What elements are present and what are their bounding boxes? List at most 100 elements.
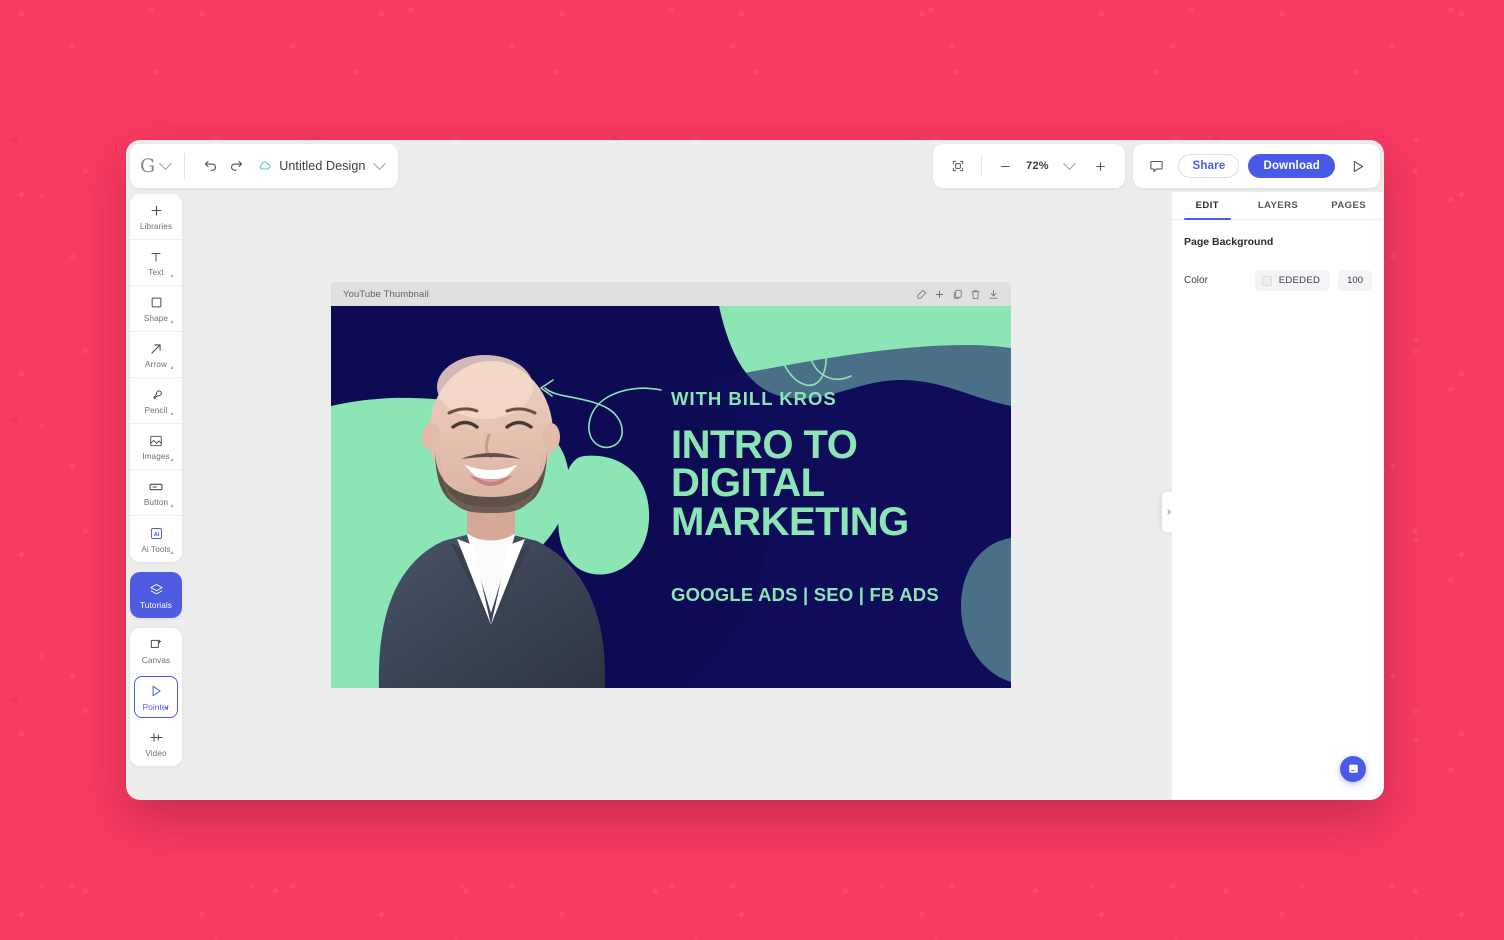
title-line-2: DIGITAL <box>671 461 825 506</box>
play-triangle-icon <box>1353 160 1363 172</box>
tool-label: Images <box>142 452 170 461</box>
undo-button[interactable] <box>197 153 223 179</box>
text-t-icon <box>149 248 163 265</box>
image-icon <box>149 432 163 449</box>
chevron-down-icon <box>1063 156 1076 170</box>
zoom-controls: 72% <box>933 144 1126 188</box>
support-chat-icon <box>1348 764 1358 773</box>
tool-text[interactable]: Text <box>130 240 182 286</box>
zoom-out-button[interactable] <box>992 153 1018 179</box>
artboard-name[interactable]: YouTube Thumbnail <box>343 289 429 300</box>
minus-icon <box>1001 165 1010 167</box>
tool-label: Video <box>145 748 167 758</box>
tool-pencil[interactable]: Pencil <box>130 378 182 424</box>
tool-video[interactable]: Video <box>130 720 182 766</box>
app-logo-menu[interactable]: G <box>140 154 184 177</box>
presenter-text[interactable]: WITH BILL KROS <box>671 388 837 410</box>
share-button[interactable]: Share <box>1178 154 1240 178</box>
action-buttons-group: Share Download <box>1133 144 1380 188</box>
title-line-3: MARKETING <box>671 499 909 544</box>
thumbnail-design-canvas[interactable]: WITH BILL KROS INTRO TO DIGITAL MARKETIN… <box>331 306 1011 688</box>
color-opacity-field[interactable]: 100 <box>1338 270 1372 291</box>
tool-label: Arrow <box>145 360 167 369</box>
redo-button[interactable] <box>223 153 249 179</box>
top-toolbar: G Untitled Design 72% Share Download <box>126 140 1384 192</box>
thumbnail-subtitle[interactable]: GOOGLE ADS | SEO | FB ADS <box>671 584 939 606</box>
tool-group-secondary: Canvas Pointer Video <box>130 628 182 766</box>
tool-images[interactable]: Images <box>130 424 182 470</box>
plus-icon <box>149 202 164 219</box>
panel-tabs: EDIT LAYERS PAGES <box>1172 192 1384 220</box>
color-label: Color <box>1184 275 1208 286</box>
tab-layers[interactable]: LAYERS <box>1243 192 1314 219</box>
thumbnail-text-group: WITH BILL KROS INTRO TO DIGITAL MARKETIN… <box>671 306 1011 688</box>
tab-edit[interactable]: EDIT <box>1172 192 1243 220</box>
panel-content: Page Background Color EDEDED 100 <box>1172 220 1384 291</box>
download-artboard-icon[interactable] <box>988 289 999 300</box>
left-tool-rail: Libraries Text Shape Arrow Pencil Images… <box>130 194 182 766</box>
fit-to-screen-button[interactable] <box>945 153 971 179</box>
tab-pages[interactable]: PAGES <box>1313 192 1384 219</box>
title-line-1: INTRO TO <box>671 423 858 467</box>
support-chat-button[interactable] <box>1340 756 1366 782</box>
tool-tutorials[interactable]: Tutorials <box>130 572 182 618</box>
tool-label: Canvas <box>141 656 171 665</box>
tool-canvas[interactable]: Canvas <box>130 628 182 674</box>
arrow-diagonal-icon <box>149 340 163 357</box>
redo-arrow-icon <box>230 160 242 171</box>
undo-arrow-icon <box>204 160 216 171</box>
comment-bubble-icon <box>1150 160 1163 172</box>
artboard-actions <box>916 289 999 300</box>
document-menu-chevron-icon[interactable] <box>373 156 387 170</box>
thumbnail-title[interactable]: INTRO TO DIGITAL MARKETING <box>671 423 909 544</box>
google-g-logo: G <box>140 154 156 177</box>
duplicate-artboard-icon[interactable] <box>952 289 963 300</box>
fit-to-screen-icon <box>953 160 964 172</box>
tool-arrow[interactable]: Arrow <box>130 332 182 378</box>
tool-label: Tutorials <box>140 600 172 610</box>
chevron-right-icon <box>1164 509 1171 515</box>
edit-artboard-icon[interactable] <box>916 289 927 300</box>
tool-pointer[interactable]: Pointer <box>134 676 178 718</box>
tool-libraries[interactable]: Libraries <box>130 194 182 240</box>
color-hex-value: EDEDED <box>1278 275 1321 286</box>
plus-icon <box>1096 161 1105 171</box>
tool-label: Shape <box>143 314 169 323</box>
tool-label: Pointer <box>142 702 170 712</box>
section-title-page-background: Page Background <box>1184 236 1274 248</box>
tool-ai-tools[interactable]: AI Ai Tools <box>130 516 182 562</box>
present-button[interactable] <box>1344 153 1370 179</box>
toolbar-divider <box>184 153 186 179</box>
button-icon <box>148 478 164 495</box>
comments-button[interactable] <box>1143 153 1169 179</box>
tool-group-tutorials: Tutorials <box>130 572 182 618</box>
toolbar-right-group: 72% Share Download <box>933 144 1380 188</box>
tool-label: Libraries <box>139 222 173 231</box>
artboard-header: YouTube Thumbnail <box>331 282 1011 306</box>
panel-collapse-handle[interactable] <box>1162 492 1173 532</box>
video-timeline-icon <box>149 729 164 746</box>
design-editor-window: G Untitled Design 72% Share Download Lib… <box>126 140 1384 800</box>
tool-shape[interactable]: Shape <box>130 286 182 332</box>
zoom-level-value[interactable]: 72% <box>1023 160 1051 172</box>
pencil-icon <box>149 386 163 403</box>
canvas-workspace[interactable]: YouTube Thumbnail WITH BILL KROS INTRO T… <box>182 194 1172 800</box>
color-hex-field[interactable]: EDEDED <box>1254 270 1331 291</box>
add-artboard-icon[interactable] <box>934 289 945 300</box>
tool-label: Pencil <box>144 406 168 415</box>
svg-text:AI: AI <box>153 532 159 538</box>
delete-artboard-icon[interactable] <box>970 289 981 300</box>
tool-button[interactable]: Button <box>130 470 182 516</box>
canvas-frame-icon <box>149 636 163 653</box>
ai-sparkle-icon: AI <box>149 525 164 542</box>
layers-diamond-icon <box>149 581 164 598</box>
tool-label: Ai Tools <box>141 544 171 554</box>
tool-group-primary: Libraries Text Shape Arrow Pencil Images… <box>130 194 182 562</box>
toolbar-left-group: G Untitled Design <box>130 144 399 188</box>
document-title[interactable]: Untitled Design <box>279 159 365 173</box>
color-swatch[interactable] <box>1261 275 1272 286</box>
download-button[interactable]: Download <box>1248 154 1335 178</box>
zoom-preset-dropdown[interactable] <box>1056 153 1082 179</box>
zoom-in-button[interactable] <box>1087 153 1113 179</box>
page-background-color-row: Color EDEDED 100 <box>1184 270 1372 291</box>
